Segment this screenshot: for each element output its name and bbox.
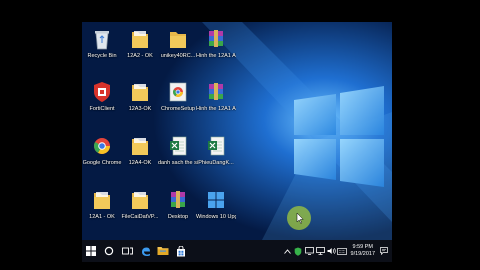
volume-icon — [327, 247, 336, 255]
desktop-icon-label: Hinh the 12A1 A4 - 2016-20... — [196, 106, 236, 112]
notification-icon — [379, 247, 388, 255]
rar-archive-icon — [205, 27, 227, 51]
cortana-button[interactable] — [100, 240, 118, 262]
folder-icon — [167, 27, 189, 51]
monitor-icon — [304, 247, 314, 255]
desktop-icon-label: Desktop — [167, 214, 189, 220]
tray-monitor[interactable] — [304, 240, 315, 262]
desktop-icon-windows-10-upgrade[interactable]: Windows 10 Upgrade ... — [196, 188, 236, 221]
desktop-icon-label: danh sach the sinh — [158, 160, 198, 166]
desktop-icon-chromesetup[interactable]: ChromeSetup — [158, 80, 198, 113]
desktop-icon-danh-sach[interactable]: danh sach the sinh — [158, 134, 198, 167]
task-view-icon — [121, 247, 133, 255]
store-icon — [177, 245, 185, 256]
chevron-up-icon — [283, 248, 291, 254]
desktop-icon-label: 12A4-OK — [128, 160, 152, 166]
taskbar-store[interactable] — [172, 240, 190, 262]
windows-logo-icon — [86, 246, 96, 256]
keyboard-icon — [337, 247, 347, 255]
desktop-icon-12a1-ok[interactable]: 12A1 - OK — [82, 188, 122, 221]
file-explorer-icon — [157, 247, 169, 255]
taskbar: 9:59 PM 9/19/2017 — [82, 240, 392, 262]
action-center-button[interactable] — [378, 240, 389, 262]
forticlient-icon — [91, 80, 113, 104]
task-view-button[interactable] — [118, 240, 136, 262]
clock-time: 9:59 PM — [352, 244, 373, 250]
desktop-icon-phieudangky[interactable]: PhieuDangK... — [196, 134, 236, 167]
desktop-icon-label: ChromeSetup — [161, 106, 195, 112]
desktop-icon-label: unikey40RC... — [160, 53, 196, 59]
desktop-icon-12a2-ok[interactable]: 12A2 - OK — [120, 27, 160, 60]
folder-icon — [129, 27, 151, 51]
excel-file-icon — [205, 134, 227, 158]
desktop-icon-filecaidat[interactable]: FileCaiDatVP... — [120, 188, 160, 221]
network-icon — [315, 247, 325, 255]
desktop-icon-label: Google Chrome — [82, 160, 122, 166]
windows-upgrade-icon — [205, 188, 227, 212]
desktop-icon-google-chrome[interactable]: Google Chrome — [82, 134, 122, 167]
desktop-icon-label: 12A2 - OK — [127, 53, 153, 59]
cursor-highlight — [287, 206, 311, 230]
desktop-icon-hinh-the-a4[interactable]: Hinh the 12A1 A4 - 2016-20... — [196, 80, 236, 113]
chrome-icon — [91, 134, 113, 158]
shield-icon — [294, 247, 302, 256]
chrome-setup-icon — [167, 80, 189, 104]
rar-archive-icon — [205, 80, 227, 104]
start-button[interactable] — [82, 240, 100, 262]
desktop-icon-desktop[interactable]: Desktop — [158, 188, 198, 221]
tray-volume[interactable] — [326, 240, 337, 262]
desktop-screen: Recycle Bin 12A2 - OK unikey40RC... Hinh… — [82, 22, 392, 262]
taskbar-file-explorer[interactable] — [154, 240, 172, 262]
desktop-icon-12a4-ok[interactable]: 12A4-OK — [120, 134, 160, 167]
taskbar-edge[interactable] — [136, 240, 154, 262]
tray-keyboard[interactable] — [337, 240, 348, 262]
recycle-bin-icon — [91, 27, 113, 51]
folder-icon — [129, 188, 151, 212]
folder-icon — [91, 188, 113, 212]
desktop-icon-recycle-bin[interactable]: Recycle Bin — [82, 27, 122, 60]
desktop-icon-12a3-ok[interactable]: 12A3-OK — [120, 80, 160, 113]
tray-show-hidden-button[interactable] — [282, 240, 293, 262]
desktop-icon-hinh-the-a2[interactable]: Hinh the 12A1 A2 - 2016-20... — [196, 27, 236, 60]
edge-icon — [141, 247, 150, 256]
excel-file-icon — [167, 134, 189, 158]
desktop-icon-label: PhieuDangK... — [198, 160, 234, 166]
system-tray: 9:59 PM 9/19/2017 — [282, 240, 392, 262]
taskbar-clock[interactable]: 9:59 PM 9/19/2017 — [348, 244, 378, 258]
clock-date: 9/19/2017 — [350, 251, 375, 257]
desktop-icon-label: Recycle Bin — [87, 53, 117, 59]
desktop-icon-label: Hinh the 12A1 A2 - 2016-20... — [196, 53, 236, 59]
rar-archive-icon — [167, 188, 189, 212]
folder-icon — [129, 80, 151, 104]
mouse-cursor-icon — [296, 212, 304, 224]
desktop-icon-label: 12A1 - OK — [89, 214, 115, 220]
desktop-icon-forticlient[interactable]: FortiClient — [82, 80, 122, 113]
desktop-icon-label: FortiClient — [89, 106, 115, 112]
cortana-circle-icon — [104, 246, 114, 256]
tray-network[interactable] — [315, 240, 326, 262]
desktop-icon-label: Windows 10 Upgrade ... — [196, 214, 236, 220]
desktop-icon-label: 12A3-OK — [128, 106, 152, 112]
tray-security[interactable] — [293, 240, 304, 262]
desktop-icon-unikey[interactable]: unikey40RC... — [158, 27, 198, 60]
desktop-icon-label: FileCaiDatVP... — [121, 214, 159, 220]
folder-icon — [129, 134, 151, 158]
